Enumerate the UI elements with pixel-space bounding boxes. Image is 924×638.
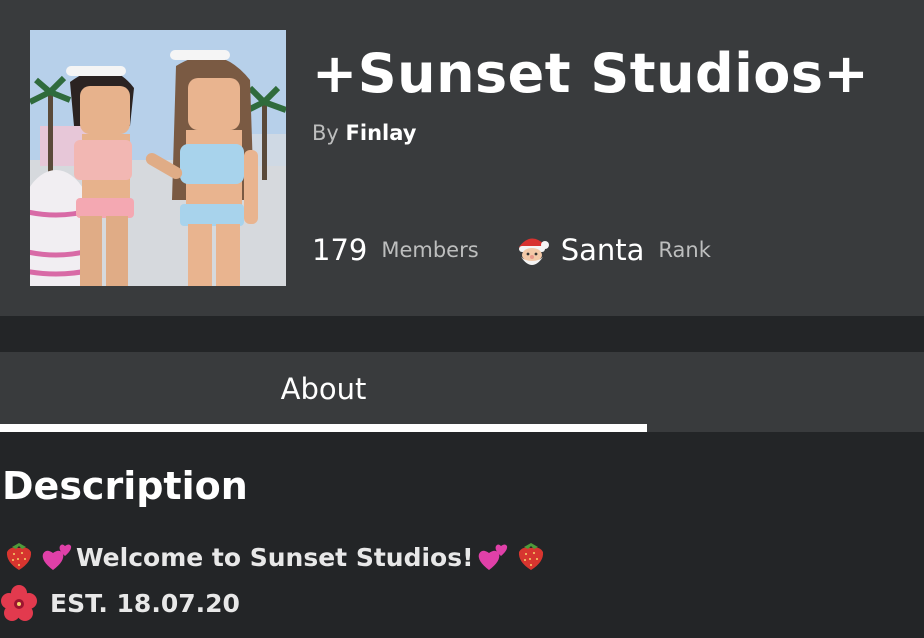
group-thumbnail-image	[30, 30, 286, 286]
santa-icon	[513, 231, 551, 269]
description-text-2: EST. 18.07.20	[50, 588, 240, 618]
tab-selected-indicator	[0, 424, 647, 432]
members-count: 179	[312, 233, 368, 267]
by-label: By	[312, 121, 339, 145]
tab-about-label: About	[280, 372, 367, 406]
group-header: +Sunset Studios+ By Finlay 179 Members S…	[0, 0, 924, 316]
owner-byline: By Finlay	[312, 118, 416, 148]
strawberry-icon	[512, 538, 550, 576]
two-hearts-icon	[38, 538, 76, 576]
description-line-1: Welcome to Sunset Studios!	[0, 537, 550, 577]
group-thumbnail[interactable]	[30, 30, 286, 286]
description-heading: Description	[2, 464, 248, 508]
owner-link[interactable]: Finlay	[346, 121, 417, 145]
group-tabs: About	[0, 352, 924, 432]
description-line-2: EST. 18.07.20	[0, 583, 240, 623]
rank-label: Rank	[658, 238, 711, 262]
group-name: +Sunset Studios+	[312, 42, 870, 105]
hibiscus-icon	[0, 584, 38, 622]
two-hearts-icon	[474, 538, 512, 576]
section-divider	[0, 316, 924, 352]
strawberry-icon	[0, 538, 38, 576]
description-text-1: Welcome to Sunset Studios!	[76, 542, 474, 572]
group-stats: 179 Members Santa Rank	[312, 228, 711, 272]
tab-about[interactable]: About	[0, 352, 647, 432]
rank-name: Santa	[560, 233, 645, 267]
members-label: Members	[381, 238, 479, 262]
